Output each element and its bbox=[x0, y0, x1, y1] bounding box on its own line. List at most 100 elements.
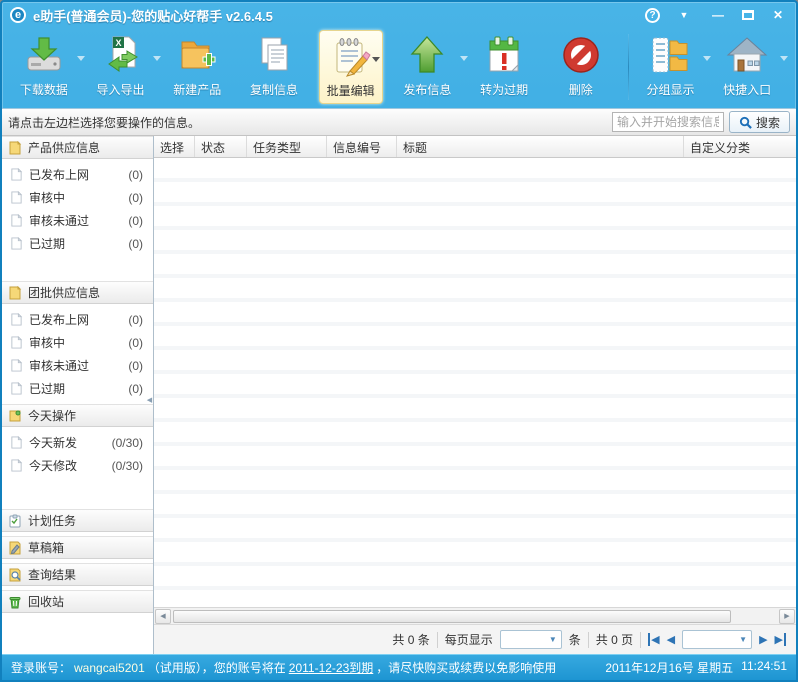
toolbar-button-import-export[interactable]: X 导入导出 bbox=[89, 30, 153, 104]
sidebar-item-review-failed-2[interactable]: 审核未通过 (0) bbox=[2, 354, 153, 377]
app-logo-icon: e bbox=[10, 7, 26, 23]
item-count: (0/30) bbox=[112, 436, 143, 450]
batch-edit-icon bbox=[329, 34, 373, 78]
horizontal-scrollbar[interactable]: ◀ ▶ bbox=[154, 607, 796, 624]
sidebar-section-product-supply[interactable]: 产品供应信息 bbox=[2, 136, 153, 159]
draft-icon bbox=[8, 541, 22, 555]
query-icon bbox=[8, 568, 22, 582]
table-body-empty[interactable] bbox=[154, 158, 796, 607]
window-title: e助手(普通会员)-您的贴心好帮手 v2.6.4.5 bbox=[33, 6, 273, 25]
toolbar-button-batch-edit[interactable]: 批量编辑 bbox=[319, 30, 383, 104]
copy-info-icon bbox=[252, 33, 296, 77]
next-page-icon[interactable]: ▶ bbox=[759, 633, 767, 646]
search-input[interactable] bbox=[612, 112, 724, 132]
column-custom-category[interactable]: 自定义分类 bbox=[684, 136, 796, 157]
sidebar-section-plan-tasks[interactable]: 计划任务 bbox=[2, 509, 153, 532]
dropdown-caret-icon[interactable] bbox=[153, 56, 161, 61]
dropdown-caret-icon[interactable] bbox=[703, 56, 711, 61]
item-count: (0) bbox=[128, 168, 143, 182]
item-count: (0) bbox=[128, 336, 143, 350]
toolbar: 下载数据 X 导入导出 bbox=[2, 28, 796, 108]
account-name: wangcai5201 bbox=[74, 661, 145, 675]
sidebar-section-group-supply[interactable]: 团批供应信息 bbox=[2, 281, 153, 304]
svg-text:X: X bbox=[115, 38, 121, 48]
item-count: (0) bbox=[128, 359, 143, 373]
page-icon bbox=[10, 214, 23, 227]
group-display-icon bbox=[648, 33, 692, 77]
app-window: e e助手(普通会员)-您的贴心好帮手 v2.6.4.5 ? ▼ — ✕ 下载数… bbox=[0, 0, 798, 682]
sidebar-section-recycle-bin[interactable]: 回收站 bbox=[2, 590, 153, 613]
column-title[interactable]: 标题 bbox=[397, 136, 684, 157]
column-status[interactable]: 状态 bbox=[195, 136, 247, 157]
renew-hint: ，请尽快购买或续费以免影响使用 bbox=[376, 659, 556, 676]
help-icon[interactable]: ? bbox=[645, 8, 660, 23]
expire-icon bbox=[482, 33, 526, 77]
login-label: 登录账号： bbox=[11, 659, 71, 676]
pagination-bar: 共 0 条 每页显示 ▼ 条 共 0 页 ◀ ◀ ▼ ▶ ▶ bbox=[154, 624, 796, 654]
toolbar-button-quick-entry[interactable]: 快捷入口 bbox=[715, 30, 779, 104]
item-count: (0) bbox=[128, 191, 143, 205]
item-count: (0) bbox=[128, 237, 143, 251]
sidebar-item-published-2[interactable]: 已发布上网 (0) bbox=[2, 308, 153, 331]
page-icon bbox=[10, 382, 23, 395]
first-page-icon[interactable]: ◀ bbox=[648, 633, 659, 646]
sidebar: 产品供应信息 已发布上网 (0) 审核中 (0) 审核未通过 (0) bbox=[2, 136, 154, 654]
note-icon bbox=[8, 141, 22, 155]
maximize-icon[interactable] bbox=[742, 10, 754, 20]
page-icon bbox=[10, 191, 23, 204]
page-icon bbox=[10, 313, 23, 326]
note-icon bbox=[8, 286, 22, 300]
clipboard-icon bbox=[8, 514, 22, 528]
toolbar-button-expire[interactable]: 转为过期 bbox=[472, 30, 536, 104]
column-select[interactable]: 选择 bbox=[154, 136, 195, 157]
toolbar-button-copy-info[interactable]: 复制信息 bbox=[242, 30, 306, 104]
scroll-right-icon[interactable]: ▶ bbox=[779, 609, 795, 624]
dropdown-caret-icon[interactable] bbox=[77, 56, 85, 61]
sidebar-section-drafts[interactable]: 草稿箱 bbox=[2, 536, 153, 559]
close-icon[interactable]: ✕ bbox=[768, 8, 788, 22]
sidebar-item-expired-2[interactable]: 已过期 (0) bbox=[2, 377, 153, 400]
dropdown-caret-icon[interactable] bbox=[372, 57, 380, 62]
titlebar: e e助手(普通会员)-您的贴心好帮手 v2.6.4.5 ? ▼ — ✕ bbox=[2, 2, 796, 28]
toolbar-button-new-product[interactable]: 新建产品 bbox=[165, 30, 229, 104]
sidebar-item-today-modified[interactable]: 今天修改 (0/30) bbox=[2, 454, 153, 477]
prev-page-icon[interactable]: ◀ bbox=[667, 633, 675, 646]
sidebar-item-published[interactable]: 已发布上网 (0) bbox=[2, 163, 153, 186]
collapse-icon[interactable]: ▼ bbox=[674, 10, 694, 20]
trial-text: （试用版），您的账号将在 bbox=[148, 659, 286, 676]
search-button[interactable]: 搜索 bbox=[729, 111, 790, 133]
recycle-bin-icon bbox=[8, 595, 22, 609]
column-info-id[interactable]: 信息编号 bbox=[327, 136, 397, 157]
sidebar-collapse-icon[interactable]: ◀ bbox=[146, 386, 153, 414]
search-icon bbox=[739, 116, 752, 129]
per-page-select[interactable]: ▼ bbox=[500, 630, 562, 649]
minimize-icon[interactable]: — bbox=[708, 8, 728, 22]
sidebar-item-reviewing[interactable]: 审核中 (0) bbox=[2, 186, 153, 209]
import-export-icon: X bbox=[99, 33, 143, 77]
scroll-left-icon[interactable]: ◀ bbox=[155, 609, 171, 624]
dropdown-caret-icon[interactable] bbox=[780, 56, 788, 61]
last-page-icon[interactable]: ▶ bbox=[775, 633, 786, 646]
toolbar-button-publish-info[interactable]: 发布信息 bbox=[396, 30, 460, 104]
toolbar-button-group-display[interactable]: 分组显示 bbox=[639, 30, 703, 104]
sidebar-item-review-failed[interactable]: 审核未通过 (0) bbox=[2, 209, 153, 232]
sidebar-section-query-results[interactable]: 查询结果 bbox=[2, 563, 153, 586]
sidebar-item-reviewing-2[interactable]: 审核中 (0) bbox=[2, 331, 153, 354]
dropdown-caret-icon[interactable] bbox=[460, 56, 468, 61]
sidebar-item-today-new[interactable]: 今天新发 (0/30) bbox=[2, 431, 153, 454]
scrollbar-thumb[interactable] bbox=[173, 610, 731, 623]
total-count: 共 0 条 bbox=[392, 631, 429, 648]
message-bar: 请点击左边栏选择您要操作的信息。 搜索 bbox=[2, 108, 796, 136]
item-count: (0) bbox=[128, 313, 143, 327]
toolbar-button-delete[interactable]: 删除 bbox=[549, 30, 613, 104]
toolbar-button-download-data[interactable]: 下载数据 bbox=[12, 30, 76, 104]
expire-date-link[interactable]: 2011-12-23到期 bbox=[289, 659, 374, 676]
sidebar-section-today[interactable]: 今天操作 bbox=[2, 404, 153, 427]
column-task-type[interactable]: 任务类型 bbox=[247, 136, 327, 157]
page-select[interactable]: ▼ bbox=[682, 630, 752, 649]
sidebar-item-expired[interactable]: 已过期 (0) bbox=[2, 232, 153, 255]
today-icon bbox=[8, 409, 22, 423]
page-icon bbox=[10, 237, 23, 250]
new-product-icon bbox=[175, 33, 219, 77]
page-icon bbox=[10, 359, 23, 372]
